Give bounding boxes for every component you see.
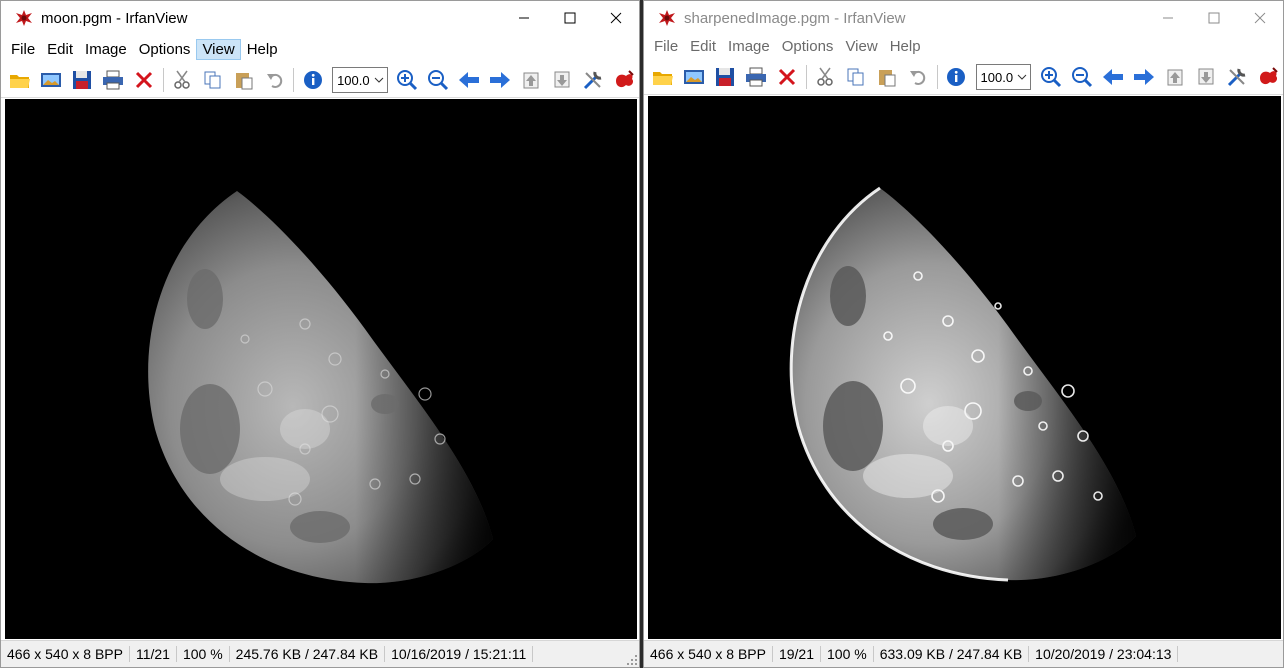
close-button[interactable] xyxy=(1237,1,1283,35)
cut-icon[interactable] xyxy=(810,62,841,92)
menu-edit[interactable]: Edit xyxy=(41,39,79,60)
next-icon[interactable] xyxy=(1128,62,1159,92)
print-icon[interactable] xyxy=(741,62,772,92)
toolbar-separator xyxy=(162,68,164,92)
menu-bar: File Edit Image Options View Help xyxy=(644,34,1283,58)
menu-edit[interactable]: Edit xyxy=(684,36,722,57)
menu-image[interactable]: Image xyxy=(722,36,776,57)
status-zoom: 100 % xyxy=(821,646,874,662)
irfanview-logo-icon[interactable] xyxy=(608,65,639,95)
copy-icon[interactable] xyxy=(841,62,872,92)
menu-help[interactable]: Help xyxy=(884,36,927,57)
open-folder-icon[interactable] xyxy=(5,65,36,95)
delete-icon[interactable] xyxy=(772,62,803,92)
undo-icon[interactable] xyxy=(903,62,934,92)
image-canvas[interactable] xyxy=(648,96,1281,639)
save-icon[interactable] xyxy=(67,65,98,95)
chevron-down-icon[interactable] xyxy=(1014,74,1030,80)
maximize-button[interactable] xyxy=(547,1,593,35)
minimize-button[interactable] xyxy=(501,1,547,35)
status-date: 10/16/2019 / 15:21:11 xyxy=(385,646,534,662)
first-icon[interactable] xyxy=(1159,62,1190,92)
print-icon[interactable] xyxy=(98,65,129,95)
toolbar-separator xyxy=(805,65,807,89)
toolbar-separator xyxy=(293,68,295,92)
paste-icon[interactable] xyxy=(872,62,903,92)
open-folder-icon[interactable] xyxy=(648,62,679,92)
resize-grip-icon[interactable] xyxy=(627,655,637,665)
zoom-value[interactable]: 100.0 xyxy=(333,73,371,88)
status-dimensions: 466 x 540 x 8 BPP xyxy=(1,646,130,662)
info-icon[interactable] xyxy=(297,65,328,95)
slideshow-icon[interactable] xyxy=(36,65,67,95)
last-icon[interactable] xyxy=(1190,62,1221,92)
title-bar[interactable]: moon.pgm - IrfanView xyxy=(1,1,639,35)
title-bar[interactable]: sharpenedImage.pgm - IrfanView xyxy=(644,1,1283,35)
first-icon[interactable] xyxy=(516,65,547,95)
irfanview-logo-icon[interactable] xyxy=(1252,62,1283,92)
slideshow-icon[interactable] xyxy=(679,62,710,92)
zoom-value[interactable]: 100.0 xyxy=(977,70,1015,85)
zoom-dropdown[interactable]: 100.0 xyxy=(332,67,388,93)
menu-view[interactable]: View xyxy=(196,38,241,60)
zoom-out-icon[interactable] xyxy=(423,65,454,95)
settings-icon[interactable] xyxy=(577,65,608,95)
sharpened-moon-image xyxy=(789,186,1136,582)
previous-icon[interactable] xyxy=(1097,62,1128,92)
zoom-in-icon[interactable] xyxy=(392,65,423,95)
copy-icon[interactable] xyxy=(197,65,228,95)
cut-icon[interactable] xyxy=(167,65,198,95)
menu-help[interactable]: Help xyxy=(241,39,284,60)
menu-view[interactable]: View xyxy=(839,36,883,57)
info-icon[interactable] xyxy=(941,62,972,92)
irfanview-app-icon[interactable] xyxy=(13,7,35,29)
save-icon[interactable] xyxy=(710,62,741,92)
undo-icon[interactable] xyxy=(259,65,290,95)
menu-image[interactable]: Image xyxy=(79,39,133,60)
close-button[interactable] xyxy=(593,1,639,35)
zoom-in-icon[interactable] xyxy=(1035,62,1066,92)
status-size: 245.76 KB / 247.84 KB xyxy=(230,646,386,662)
window-title: moon.pgm - IrfanView xyxy=(41,9,188,27)
irfanview-window-sharpened: sharpenedImage.pgm - IrfanView File Edit… xyxy=(643,0,1284,668)
minimize-button[interactable] xyxy=(1145,1,1191,35)
menu-file[interactable]: File xyxy=(648,36,684,57)
status-bar: 466 x 540 x 8 BPP 11/21 100 % 245.76 KB … xyxy=(1,640,639,667)
next-icon[interactable] xyxy=(485,65,516,95)
status-date: 10/20/2019 / 23:04:13 xyxy=(1029,646,1179,662)
menu-bar: File Edit Image Options View Help xyxy=(1,37,639,61)
settings-icon[interactable] xyxy=(1221,62,1252,92)
zoom-dropdown[interactable]: 100.0 xyxy=(975,64,1032,90)
irfanview-window-moon: moon.pgm - IrfanView File Edit Image Opt… xyxy=(0,0,640,668)
status-file-index: 19/21 xyxy=(773,646,822,662)
chevron-down-icon[interactable] xyxy=(371,77,387,83)
image-canvas[interactable] xyxy=(5,99,637,639)
status-file-index: 11/21 xyxy=(130,646,177,662)
toolbar: 100.0 xyxy=(1,63,639,98)
window-title: sharpenedImage.pgm - IrfanView xyxy=(684,9,906,27)
maximize-button[interactable] xyxy=(1191,1,1237,35)
status-bar: 466 x 540 x 8 BPP 19/21 100 % 633.09 KB … xyxy=(644,640,1283,667)
toolbar: 100.0 xyxy=(644,60,1283,95)
moon-image xyxy=(148,191,493,584)
menu-options[interactable]: Options xyxy=(133,39,197,60)
status-zoom: 100 % xyxy=(177,646,230,662)
menu-file[interactable]: File xyxy=(5,39,41,60)
zoom-out-icon[interactable] xyxy=(1066,62,1097,92)
delete-icon[interactable] xyxy=(129,65,160,95)
last-icon[interactable] xyxy=(546,65,577,95)
previous-icon[interactable] xyxy=(454,65,485,95)
menu-options[interactable]: Options xyxy=(776,36,840,57)
status-size: 633.09 KB / 247.84 KB xyxy=(874,646,1030,662)
status-dimensions: 466 x 540 x 8 BPP xyxy=(644,646,773,662)
irfanview-app-icon[interactable] xyxy=(656,7,678,29)
toolbar-separator xyxy=(936,65,938,89)
paste-icon[interactable] xyxy=(228,65,259,95)
